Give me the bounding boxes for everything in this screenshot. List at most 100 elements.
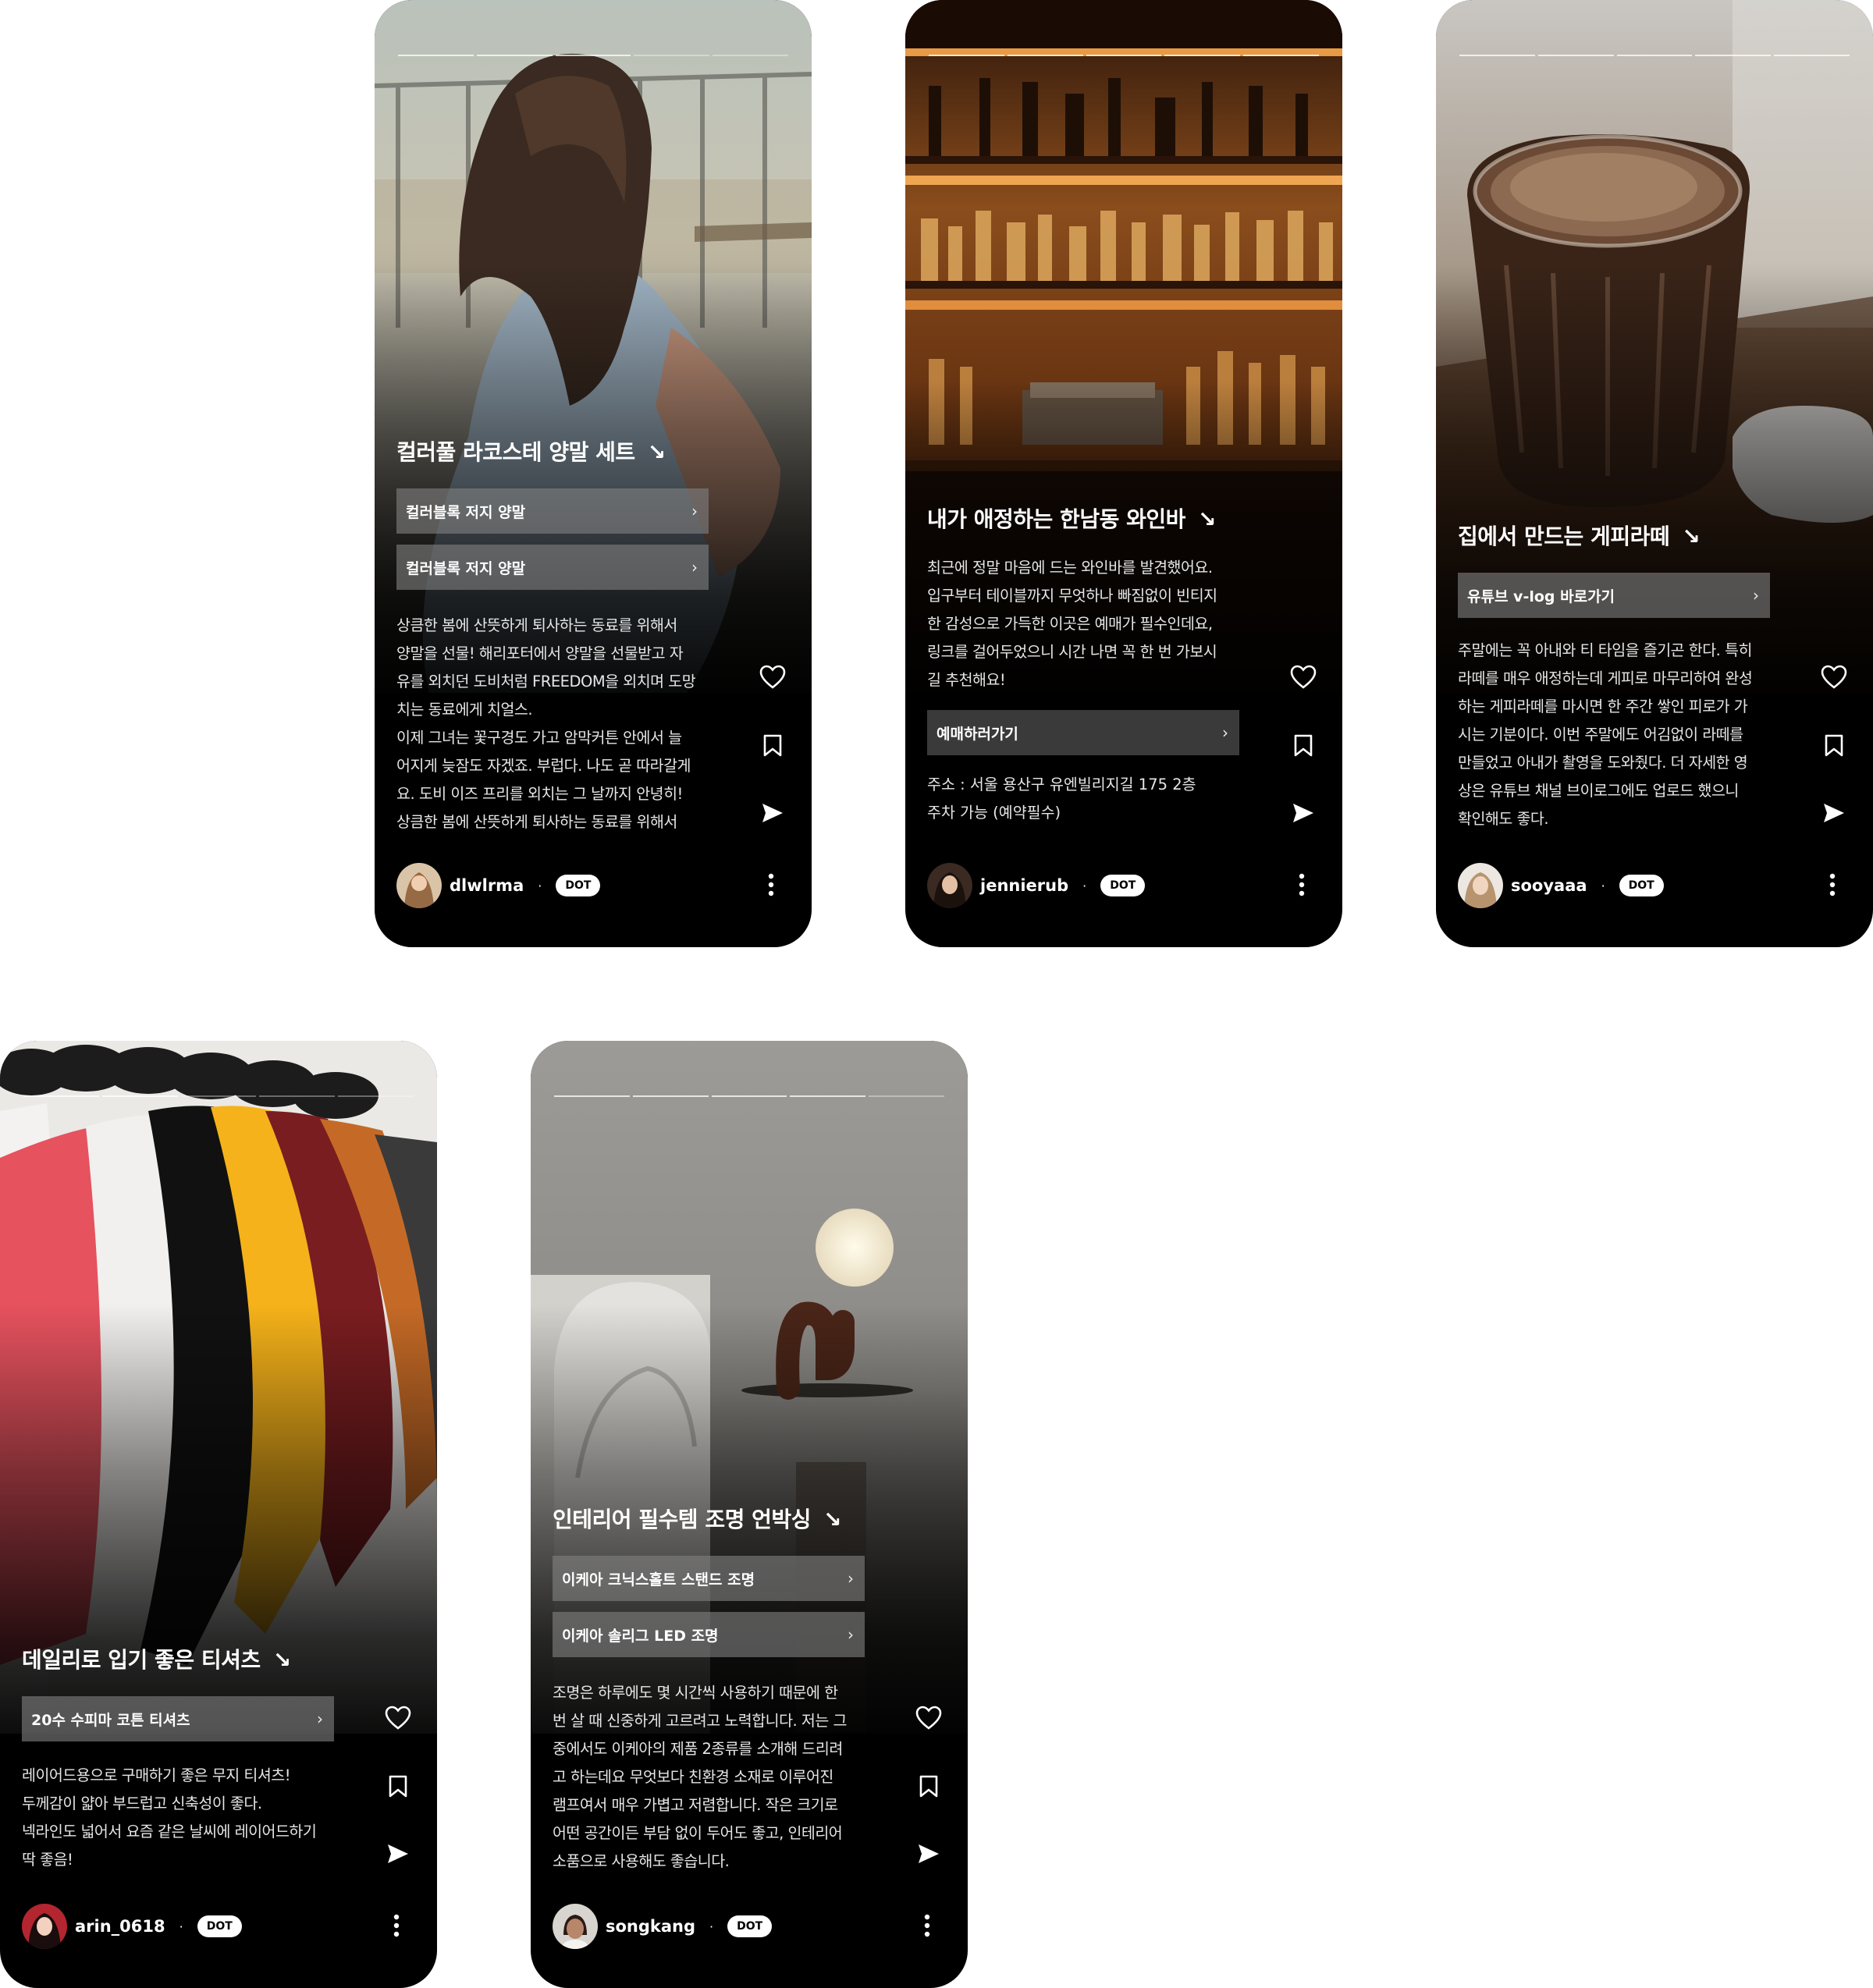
progress-segment — [634, 55, 710, 56]
progress-segment — [1007, 55, 1083, 56]
youtube-link-label: 유튜브 v-log 바로가기 — [1467, 588, 1615, 605]
avatar[interactable] — [1458, 863, 1503, 908]
story-title[interactable]: 컬러풀 라코스테 양말 세트 ↘ — [396, 437, 709, 468]
more-vertical-icon[interactable] — [381, 1910, 412, 1941]
send-icon[interactable] — [1288, 797, 1319, 829]
heart-icon[interactable] — [913, 1702, 944, 1734]
story-title-text: 인테리어 필수템 조명 언박싱 — [553, 1507, 811, 1532]
heart-icon[interactable] — [1818, 662, 1850, 693]
progress-segment — [1459, 55, 1535, 56]
more-vertical-icon[interactable] — [755, 869, 787, 900]
story-title-text: 컬러풀 라코스테 양말 세트 — [396, 439, 635, 465]
product-link-button[interactable]: 20수 수피마 코튼 티셔츠 › — [22, 1696, 334, 1741]
progress-segment — [929, 55, 1004, 56]
story-content: 내가 애정하는 한남동 와인바 ↘ 최근에 정말 마음에 드는 와인바를 발견했… — [927, 504, 1239, 827]
bookmark-icon[interactable] — [757, 730, 788, 761]
story-card-3[interactable]: 집에서 만드는 게피라떼 ↘ 유튜브 v-log 바로가기 › 주말에는 꼭 아… — [1436, 0, 1873, 947]
progress-segment — [555, 55, 631, 56]
progress-segment — [101, 1095, 178, 1097]
progress-segment — [790, 1095, 866, 1097]
send-icon[interactable] — [757, 797, 788, 829]
product-link-label: 컬러블록 저지 양말 — [406, 503, 526, 521]
arrow-down-right-icon: ↘ — [647, 439, 666, 465]
story-card-4[interactable]: 데일리로 입기 좋은 티셔츠 ↘ 20수 수피마 코튼 티셔츠 › 레이어드용으… — [0, 1041, 437, 1988]
dot-badge: DOT — [1619, 875, 1664, 896]
separator-dot: · — [1082, 878, 1087, 893]
avatar[interactable] — [927, 863, 972, 908]
photo-gradient-overlay — [0, 1041, 437, 1734]
avatar[interactable] — [396, 863, 442, 908]
more-vertical-icon[interactable] — [1817, 869, 1848, 900]
heart-icon[interactable] — [382, 1702, 414, 1734]
progress-segment — [1537, 55, 1614, 56]
product-link-label: 컬러블록 저지 양말 — [406, 559, 526, 577]
progress-segment — [554, 1095, 630, 1097]
author-row: jennierub · DOT — [927, 863, 1317, 908]
bookmark-icon[interactable] — [382, 1771, 414, 1802]
more-vertical-icon[interactable] — [912, 1910, 943, 1941]
reservation-link-button[interactable]: 예매하러가기 › — [927, 710, 1239, 755]
author-row: songkang · DOT — [553, 1904, 943, 1949]
story-content: 컬러풀 라코스테 양말 세트 ↘ 컬러블록 저지 양말 › 컬러블록 저지 양말… — [396, 437, 709, 836]
author-username[interactable]: songkang — [606, 1917, 695, 1936]
product-link-button[interactable]: 컬러블록 저지 양말 › — [396, 545, 709, 590]
progress-segment — [1086, 55, 1162, 56]
progress-segment — [338, 1095, 414, 1097]
chevron-right-icon: › — [848, 1569, 854, 1588]
chevron-right-icon: › — [691, 502, 698, 520]
author-username[interactable]: jennierub — [980, 876, 1068, 895]
heart-icon[interactable] — [1288, 662, 1319, 693]
author-username[interactable]: dlwlrma — [450, 876, 524, 895]
story-title[interactable]: 인테리어 필수템 조명 언박싱 ↘ — [553, 1504, 865, 1535]
bookmark-icon[interactable] — [1288, 730, 1319, 761]
arrow-down-right-icon: ↘ — [272, 1647, 291, 1673]
heart-icon[interactable] — [757, 662, 788, 693]
product-link-button[interactable]: 이케아 크닉스홀트 스탠드 조명 › — [553, 1556, 865, 1601]
chevron-right-icon: › — [317, 1709, 323, 1728]
story-title[interactable]: 집에서 만드는 게피라떼 ↘ — [1458, 521, 1770, 552]
send-icon[interactable] — [913, 1838, 944, 1869]
author-username[interactable]: arin_0618 — [75, 1917, 165, 1936]
story-progress-bar — [1459, 55, 1850, 56]
youtube-link-button[interactable]: 유튜브 v-log 바로가기 › — [1458, 573, 1770, 618]
story-card-5[interactable]: 인테리어 필수템 조명 언박싱 ↘ 이케아 크닉스홀트 스탠드 조명 › 이케아… — [531, 1041, 968, 1988]
story-card-1[interactable]: 컬러풀 라코스테 양말 세트 ↘ 컬러블록 저지 양말 › 컬러블록 저지 양말… — [375, 0, 812, 947]
author-username[interactable]: sooyaaa — [1511, 876, 1587, 895]
story-progress-bar — [23, 1095, 414, 1097]
story-title[interactable]: 데일리로 입기 좋은 티셔츠 ↘ — [22, 1645, 334, 1676]
progress-segment — [1616, 55, 1693, 56]
story-description: 주말에는 꼭 아내와 티 타임을 즐기곤 한다. 특히 라떼를 매우 애정하는데… — [1458, 641, 1753, 828]
product-link-label: 20수 수피마 코튼 티셔츠 — [31, 1711, 190, 1729]
story-description: 최근에 정말 마음에 드는 와인바를 발견했어요. 입구부터 테이블까지 무엇하… — [927, 559, 1217, 689]
send-icon[interactable] — [382, 1838, 414, 1869]
send-icon[interactable] — [1818, 797, 1850, 829]
story-progress-bar — [554, 1095, 944, 1097]
story-card-2[interactable]: 내가 애정하는 한남동 와인바 ↘ 최근에 정말 마음에 드는 와인바를 발견했… — [905, 0, 1342, 947]
progress-segment — [476, 55, 553, 56]
progress-segment — [869, 1095, 944, 1097]
dot-badge: DOT — [556, 875, 601, 896]
more-vertical-icon[interactable] — [1286, 869, 1317, 900]
story-title-text: 집에서 만드는 게피라떼 — [1458, 524, 1670, 549]
reservation-link-label: 예매하러가기 — [936, 725, 1018, 743]
progress-segment — [1695, 55, 1772, 56]
dot-badge: DOT — [1100, 875, 1146, 896]
avatar[interactable] — [22, 1904, 67, 1949]
progress-segment — [713, 55, 788, 56]
bookmark-icon[interactable] — [1818, 730, 1850, 761]
story-progress-bar — [398, 55, 788, 56]
progress-segment — [23, 1095, 99, 1097]
story-title[interactable]: 내가 애정하는 한남동 와인바 ↘ — [927, 504, 1239, 535]
place-info: 주소 : 서울 용산구 유엔빌리지길 175 2층 주차 가능 (예약필수) — [927, 776, 1196, 822]
progress-segment — [259, 1095, 336, 1097]
chevron-right-icon: › — [1222, 723, 1228, 742]
separator-dot: · — [179, 1919, 183, 1934]
product-link-button[interactable]: 이케아 솔리그 LED 조명 › — [553, 1612, 865, 1657]
product-link-button[interactable]: 컬러블록 저지 양말 › — [396, 488, 709, 534]
avatar[interactable] — [553, 1904, 598, 1949]
bookmark-icon[interactable] — [913, 1771, 944, 1802]
arrow-down-right-icon: ↘ — [1682, 524, 1701, 549]
story-description: 상큼한 봄에 산뜻하게 퇴사하는 동료를 위해서 양말을 선물! 해리포터에서 … — [396, 616, 696, 831]
chevron-right-icon: › — [848, 1625, 854, 1644]
progress-segment — [711, 1095, 787, 1097]
